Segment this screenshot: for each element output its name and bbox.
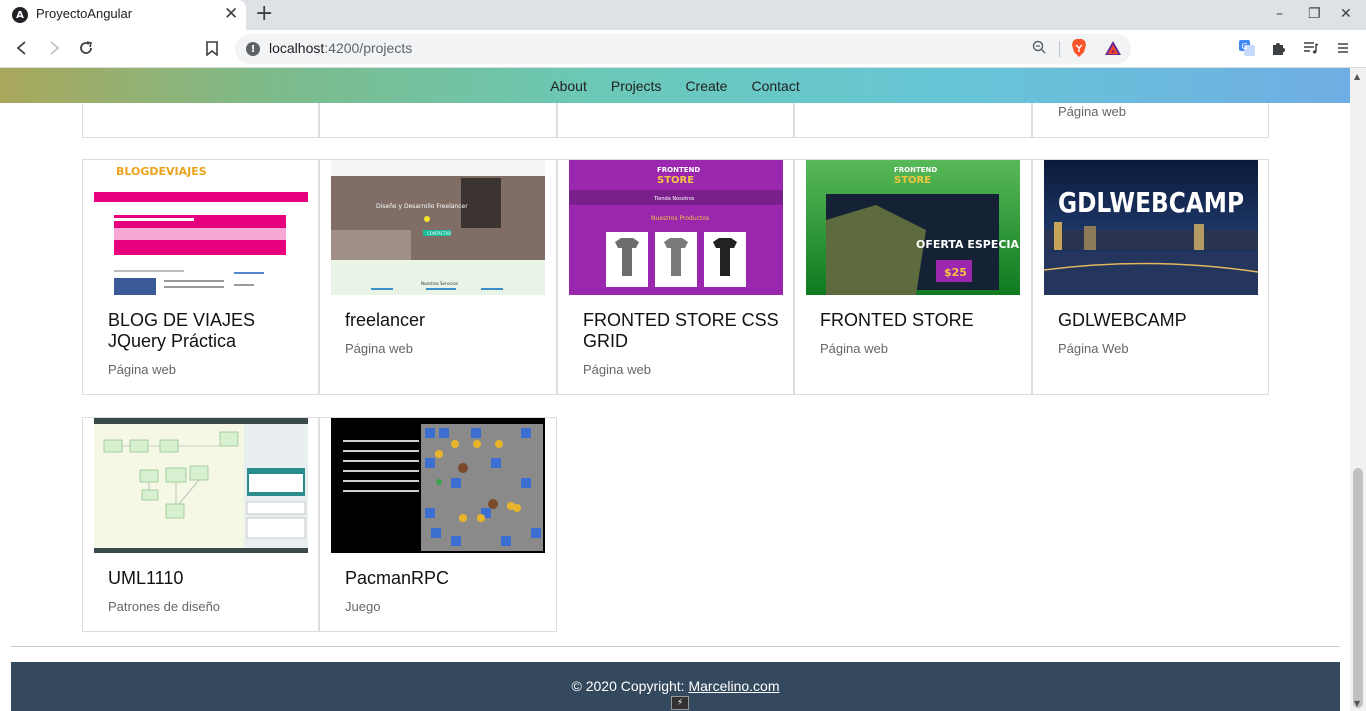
card-title[interactable]: freelancer	[345, 310, 545, 331]
card-subtitle: Patrones de diseño	[108, 599, 221, 614]
svg-text:CONTACTAR: CONTACTAR	[427, 231, 451, 236]
lightning-badge-icon[interactable]: ⚡	[671, 696, 689, 710]
restore-button[interactable]: ❐	[1308, 5, 1321, 23]
scroll-down-arrow-icon[interactable]: ▼	[1354, 699, 1360, 708]
brave-shields-icon[interactable]	[1071, 39, 1087, 58]
omnibox-divider	[1059, 41, 1060, 57]
window-close-button[interactable]: ✕	[1340, 5, 1352, 23]
site-info-icon[interactable]: !	[246, 42, 260, 56]
card-title[interactable]: FRONTED STORE	[820, 310, 1020, 331]
tab-close-icon[interactable]: ✕	[224, 4, 238, 24]
card-title[interactable]: BLOG DE VIAJES JQuery Práctica	[108, 310, 308, 352]
svg-text:OFERTA ESPECIAL: OFERTA ESPECIAL	[916, 238, 1020, 251]
project-card-gdlwebcamp[interactable]: GDLWEBCAMP GDLWEBCAMP Página Web	[1032, 159, 1269, 395]
card-title[interactable]: FRONTED STORE CSS GRID	[583, 310, 783, 352]
card-subtitle: Página web	[108, 362, 176, 377]
card-subtitle: Página web	[1058, 104, 1126, 119]
back-arrow-icon	[16, 41, 26, 55]
project-thumbnail[interactable]	[94, 418, 308, 553]
tab-title: ProyectoAngular	[36, 6, 133, 21]
project-card-pacmanrpc[interactable]: PacmanRPC Juego	[319, 417, 557, 632]
card-subtitle: Juego	[345, 599, 381, 614]
project-card-uml1110[interactable]: UML1110 Patrones de diseño	[82, 417, 319, 632]
bookmark-button[interactable]	[202, 38, 222, 58]
project-card-freelancer[interactable]: Diseño y Desarrollo Freelancer CONTACTAR…	[319, 159, 557, 395]
footer-copyright: © 2020 Copyright: Marcelino.com	[571, 678, 780, 694]
page-viewport: Página web About Projects Create Contact…	[0, 68, 1350, 711]
project-thumbnail[interactable]: BLOGDEVIAJES	[94, 160, 308, 295]
site-footer: © 2020 Copyright: Marcelino.com ⚡	[11, 662, 1340, 711]
page-scrollbar[interactable]: ▲ ▼	[1350, 68, 1366, 711]
scroll-up-arrow-icon[interactable]: ▲	[1354, 72, 1360, 81]
svg-text:$25: $25	[944, 266, 967, 279]
svg-text:GDLWEBCAMP: GDLWEBCAMP	[1058, 186, 1244, 219]
address-bar[interactable]: ! localhost:4200/projects	[235, 34, 1131, 64]
svg-text:FRONTEND: FRONTEND	[657, 166, 700, 174]
project-thumbnail[interactable]: GDLWEBCAMP	[1044, 160, 1258, 295]
scroll-thumb[interactable]	[1353, 468, 1363, 708]
url-text[interactable]: localhost:4200/projects	[269, 40, 412, 56]
zoom-icon[interactable]	[1032, 40, 1046, 58]
angular-favicon-icon: A	[12, 7, 28, 23]
minimize-button[interactable]: –	[1276, 5, 1283, 23]
forward-button[interactable]	[44, 38, 64, 58]
card-subtitle: Página Web	[1058, 341, 1129, 356]
reload-icon	[80, 41, 92, 54]
svg-text:Tienda Nosotros: Tienda Nosotros	[653, 196, 695, 202]
project-thumbnail[interactable]: FRONTEND STORE OFERTA ESPECIAL $25	[806, 160, 1020, 295]
browser-tab[interactable]: A ProyectoAngular ✕	[0, 0, 246, 30]
svg-text:Diseño y Desarrollo Freelancer: Diseño y Desarrollo Freelancer	[376, 203, 468, 210]
forward-arrow-icon	[50, 41, 60, 55]
nav-link-contact[interactable]: Contact	[751, 78, 799, 94]
footer-divider	[11, 646, 1340, 647]
svg-text:STORE: STORE	[894, 175, 931, 186]
project-card-fronted-store-css-grid[interactable]: FRONTEND STORE Tienda Nosotros Nuestros …	[557, 159, 794, 395]
project-card-blog-de-viajes[interactable]: BLOGDEVIAJES BLOG DE VIAJES JQuery Práct…	[82, 159, 319, 395]
media-queue-icon[interactable]	[1300, 37, 1322, 59]
card-subtitle: Página web	[820, 341, 888, 356]
back-button[interactable]	[12, 38, 32, 58]
card-title[interactable]: UML1110	[108, 568, 308, 589]
project-thumbnail[interactable]: FRONTEND STORE Tienda Nosotros Nuestros …	[569, 160, 783, 295]
browser-toolbar: ! localhost:4200/projects G	[0, 30, 1366, 68]
svg-text:G: G	[1242, 42, 1248, 51]
browser-menu-icon[interactable]	[1332, 37, 1354, 59]
svg-text:Nuestros Productos: Nuestros Productos	[651, 215, 709, 222]
card-subtitle: Página web	[583, 362, 651, 377]
translate-extension-icon[interactable]: G	[1236, 37, 1258, 59]
svg-text:Nuestros Servicios: Nuestros Servicios	[421, 281, 458, 286]
nav-link-about[interactable]: About	[550, 78, 587, 94]
card-title[interactable]: GDLWEBCAMP	[1058, 310, 1258, 331]
new-tab-button[interactable]: +	[255, 2, 273, 26]
project-card-fronted-store[interactable]: FRONTEND STORE OFERTA ESPECIAL $25 FRONT…	[794, 159, 1032, 395]
project-thumbnail[interactable]	[331, 418, 545, 553]
extensions-puzzle-icon[interactable]	[1268, 37, 1290, 59]
svg-text:STORE: STORE	[657, 175, 694, 186]
brave-rewards-icon[interactable]	[1104, 40, 1122, 56]
bookmark-icon	[206, 40, 218, 56]
reload-button[interactable]	[76, 38, 96, 58]
card-title[interactable]: PacmanRPC	[345, 568, 545, 589]
browser-tab-bar: A ProyectoAngular ✕ + – ❐ ✕	[0, 0, 1366, 30]
svg-text:FRONTEND: FRONTEND	[894, 166, 937, 174]
card-subtitle: Página web	[345, 341, 413, 356]
nav-link-create[interactable]: Create	[685, 78, 727, 94]
project-thumbnail[interactable]: Diseño y Desarrollo Freelancer CONTACTAR…	[331, 160, 545, 295]
svg-text:BLOGDEVIAJES: BLOGDEVIAJES	[116, 165, 207, 178]
site-navbar: About Projects Create Contact	[0, 68, 1350, 103]
footer-link[interactable]: Marcelino.com	[688, 678, 779, 694]
nav-link-projects[interactable]: Projects	[611, 78, 662, 94]
